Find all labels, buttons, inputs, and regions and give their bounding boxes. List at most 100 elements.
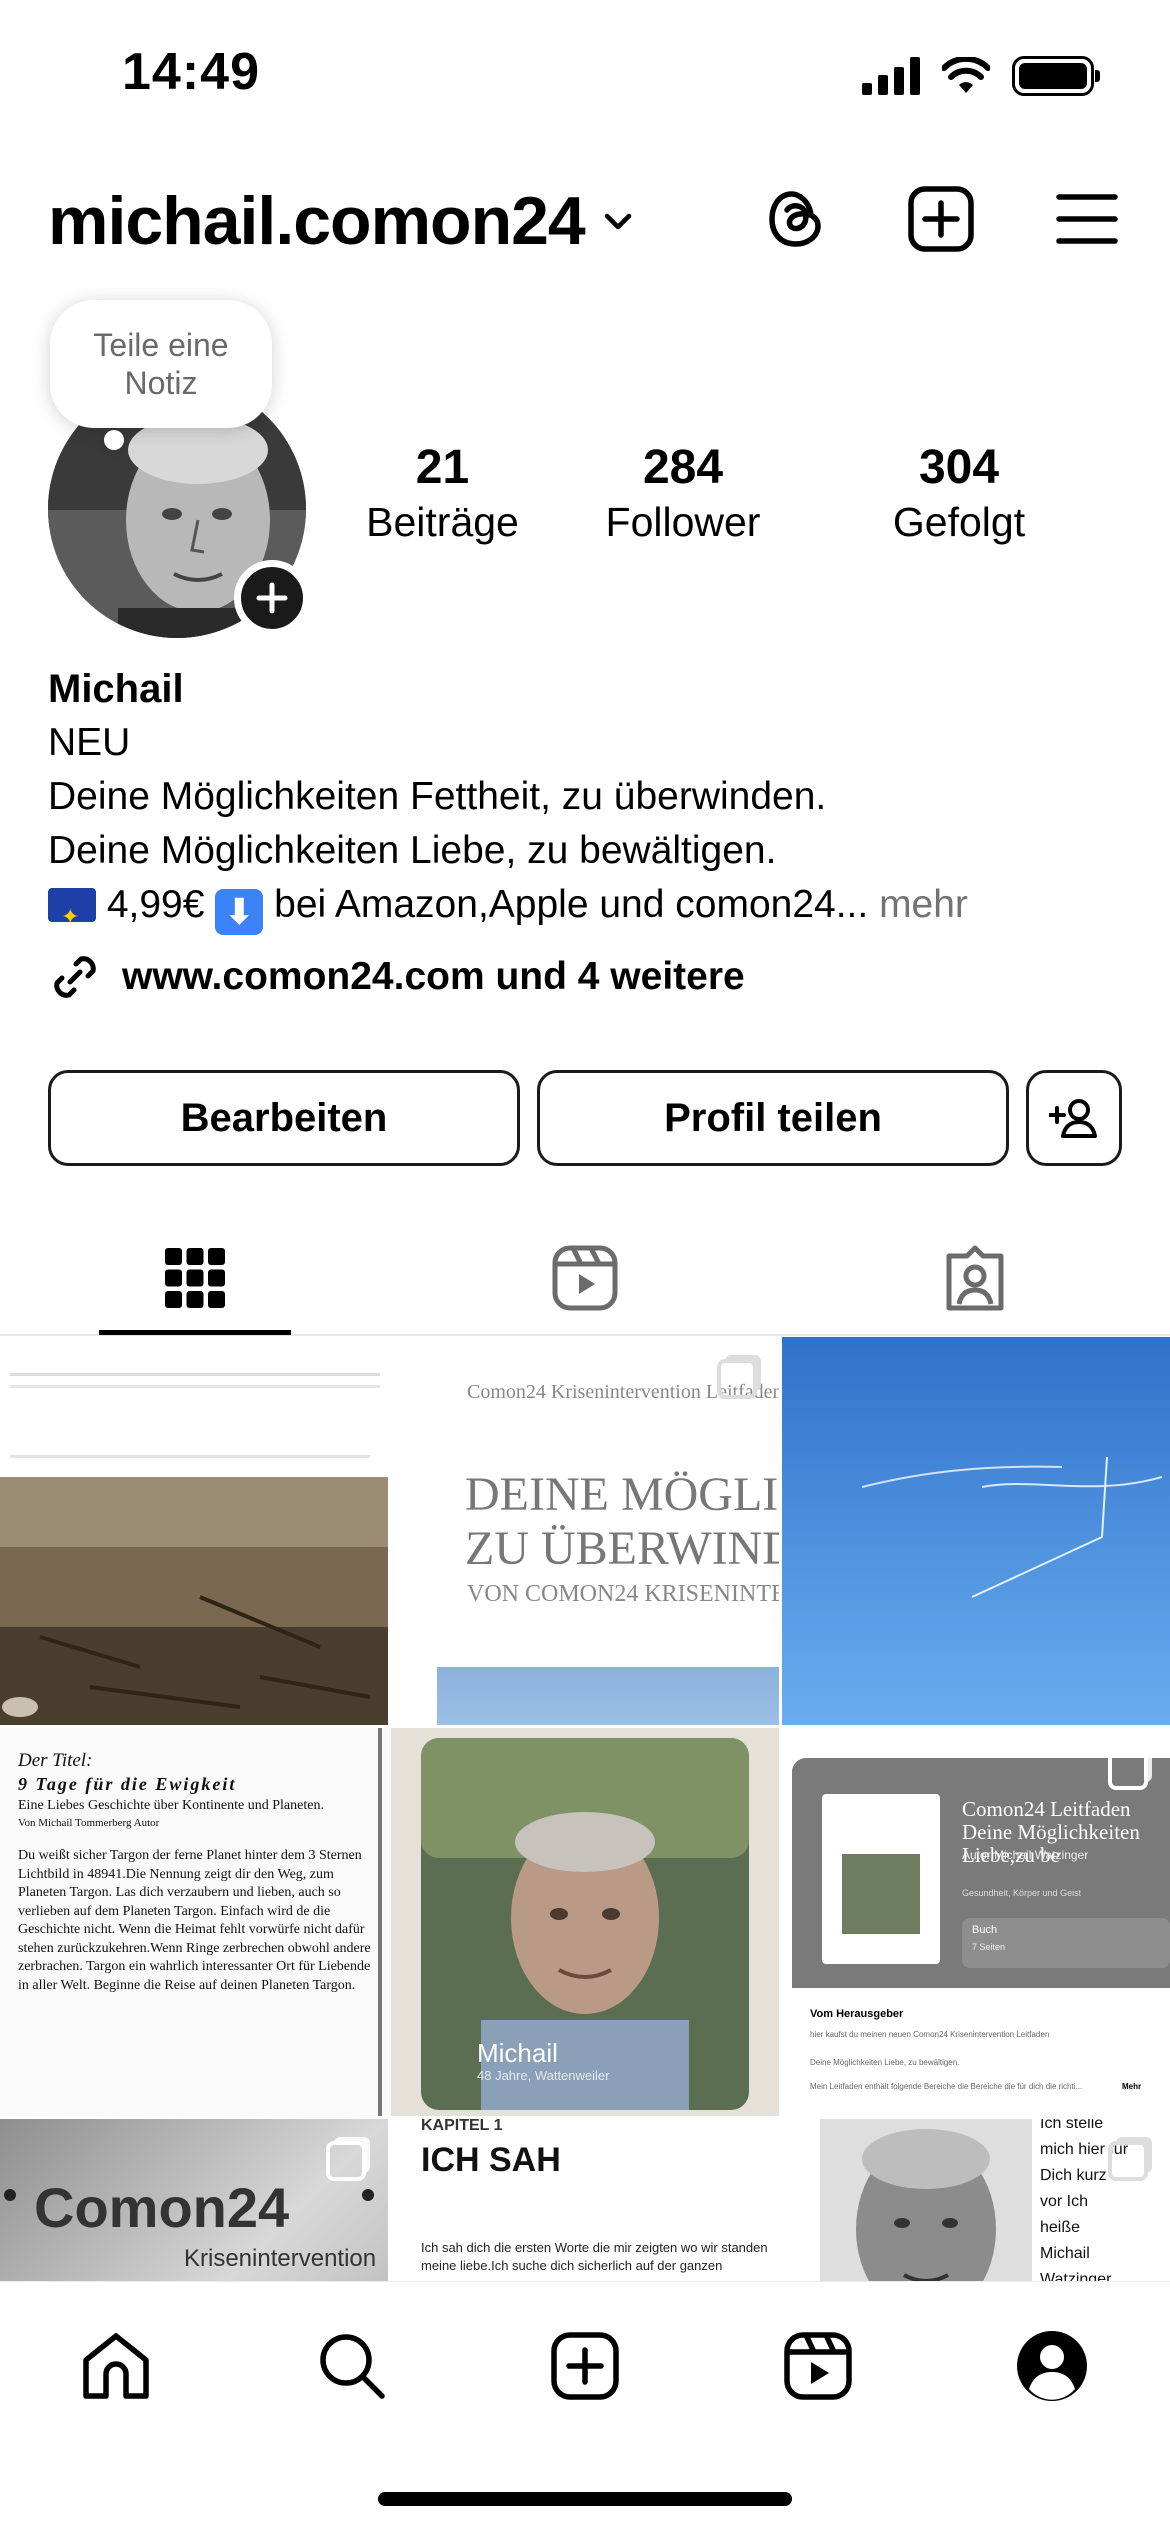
stat-posts[interactable]: 21 Beiträge <box>340 440 545 546</box>
stat-value: 284 <box>642 441 724 494</box>
post-subtitle: VON COMON24 KRISENINTER <box>467 1581 779 1607</box>
nav-search[interactable] <box>304 2318 400 2414</box>
note-bubble[interactable]: Teile eine Notiz <box>50 300 272 428</box>
wifi-icon <box>942 57 990 93</box>
post-meta: 48 Jahre, Wattenweiler <box>477 2068 610 2083</box>
post-title: ZU ÜBERWINDE <box>465 1522 779 1575</box>
threads-icon[interactable] <box>758 180 836 258</box>
bio-price: 4,99€ <box>106 883 205 926</box>
status-time: 14:49 <box>122 43 260 101</box>
cellular-signal-icon <box>862 57 920 95</box>
profile-header: michail.comon24 <box>0 160 1170 280</box>
post-image <box>421 1738 749 2110</box>
post-thumbnail[interactable]: Ich stelle mich hier für Dich kurz vor I… <box>782 2119 1170 2281</box>
reels-icon <box>784 2332 852 2400</box>
status-bar: 14:49 <box>0 0 1170 150</box>
home-icon <box>83 2333 149 2399</box>
eu-flag-icon <box>48 888 96 944</box>
link-icon <box>54 956 96 998</box>
button-label: Bearbeiten <box>180 1095 388 1140</box>
post-title: DEINE MÖGLIC <box>465 1468 779 1521</box>
post-thumbnail[interactable]: Michail 48 Jahre, Wattenweiler <box>391 1728 779 2116</box>
tab-reels[interactable] <box>390 1220 780 1336</box>
post-more: Mehr <box>1122 2082 1142 2091</box>
post-subtitle: Eine Liebes Geschichte über Kontinente u… <box>18 1798 324 1813</box>
post-book: Buch <box>972 1924 998 1936</box>
nav-profile[interactable] <box>1004 2318 1100 2414</box>
post-image <box>437 1667 779 1725</box>
post-thumbnail[interactable]: Der Titel: 9 Tage für die Ewigkeit Eine … <box>0 1728 388 2116</box>
battery-icon <box>1012 56 1100 96</box>
bio-more-link[interactable]: mehr <box>879 883 968 926</box>
grid-icon <box>165 1248 225 1308</box>
post-thumbnail[interactable]: Comon24 Leitfaden Deine Möglichkeiten Li… <box>782 1728 1170 2116</box>
post-author: Autor Michail Watzinger <box>962 1848 1089 1862</box>
post-label: Der Titel: <box>18 1750 93 1771</box>
post-title: 9 Tage für die Ewigkeit <box>18 1774 237 1794</box>
share-profile-button[interactable]: Profil teilen <box>537 1070 1009 1166</box>
home-indicator <box>378 2492 792 2506</box>
username-label: michail.comon24 <box>48 183 586 259</box>
bio-line: 4,99€ ⬇ bei Amazon,Apple und comon24... … <box>48 878 1128 944</box>
post-image <box>820 2119 1032 2281</box>
post-section: Vom Herausgeber <box>810 2008 904 2020</box>
carousel-icon <box>1108 1750 1148 1790</box>
reels-icon <box>552 1245 618 1311</box>
post-line: Mein Leitfaden enthält folgende Bereiche… <box>810 2082 1083 2091</box>
post-thumbnail[interactable]: Comon24 Krisenintervention <box>0 2119 388 2281</box>
stat-value: 21 <box>415 441 470 494</box>
post-thumbnail[interactable] <box>0 1337 388 1725</box>
create-icon[interactable] <box>902 180 980 258</box>
tab-posts-grid[interactable] <box>0 1220 390 1336</box>
stat-label: Beiträge <box>366 499 519 545</box>
active-tab-indicator <box>99 1330 291 1335</box>
post-line: Deine Möglichkeiten Liebe, zu bewältigen… <box>810 2058 960 2067</box>
post-tag: Gesundheit, Körper und Geist <box>962 1888 1082 1898</box>
add-icon <box>551 2332 619 2400</box>
profile-tabs <box>0 1220 1170 1336</box>
bio-line: Deine Möglichkeiten Liebe, zu bewältigen… <box>48 829 777 872</box>
edit-profile-button[interactable]: Bearbeiten <box>48 1070 520 1166</box>
post-image <box>0 1477 388 1725</box>
nav-create[interactable] <box>537 2318 633 2414</box>
stat-value: 304 <box>918 441 1000 494</box>
bio-line: Deine Möglichkeiten Fettheit, zu überwin… <box>48 775 827 818</box>
tagged-icon <box>946 1245 1004 1311</box>
post-thumbnail[interactable] <box>782 1337 1170 1725</box>
stat-followers[interactable]: 284 Follower <box>545 440 821 546</box>
post-name: Michail <box>477 2038 558 2068</box>
post-image <box>782 1337 1170 1725</box>
post-pages: 7 Seiten <box>972 1942 1006 1952</box>
chevron-down-icon <box>604 213 631 230</box>
stat-label: Gefolgt <box>892 499 1026 545</box>
post-thumbnail[interactable]: Comon24 Krisenintervention Leitfaden L D… <box>391 1337 779 1725</box>
note-text: Teile eine Notiz <box>93 327 229 401</box>
carousel-icon <box>717 1359 757 1399</box>
plus-icon <box>256 582 288 614</box>
bottom-navigation <box>0 2281 1170 2532</box>
add-story-button[interactable] <box>234 560 310 636</box>
profile-icon <box>1017 2331 1087 2401</box>
stat-following[interactable]: 304 Gefolgt <box>821 440 1097 546</box>
profile-stats: 21 Beiträge 284 Follower 304 Gefolgt <box>340 440 1140 546</box>
nav-reels[interactable] <box>770 2318 866 2414</box>
profile-bio: Michail NEU Deine Möglichkeiten Fettheit… <box>48 662 1128 944</box>
carousel-icon <box>326 2141 366 2181</box>
post-body: Ich sah dich die ersten Worte die mir ze… <box>421 2240 768 2273</box>
nav-home[interactable] <box>68 2318 164 2414</box>
note-bubble-tail <box>104 430 124 450</box>
bio-text: bei Amazon,Apple und comon24... <box>274 883 869 926</box>
carousel-icon <box>1108 2141 1148 2181</box>
display-name: Michail <box>48 667 184 711</box>
menu-icon[interactable] <box>1048 180 1126 258</box>
down-arrow-icon: ⬇ <box>215 889 264 935</box>
search-icon <box>320 2334 385 2399</box>
bio-link[interactable]: www.comon24.com und 4 weitere <box>48 950 745 1004</box>
add-person-icon <box>1049 1099 1097 1138</box>
tab-tagged[interactable] <box>780 1220 1170 1336</box>
post-author: Von Michail Tommerberg Autor <box>18 1817 160 1829</box>
post-thumbnail[interactable]: KAPITEL 1 ICH SAH Ich sah dich die erste… <box>391 2119 779 2281</box>
post-brand: Comon24 <box>34 2176 290 2239</box>
discover-people-button[interactable] <box>1026 1070 1122 1166</box>
account-switcher[interactable]: michail.comon24 <box>48 182 635 260</box>
